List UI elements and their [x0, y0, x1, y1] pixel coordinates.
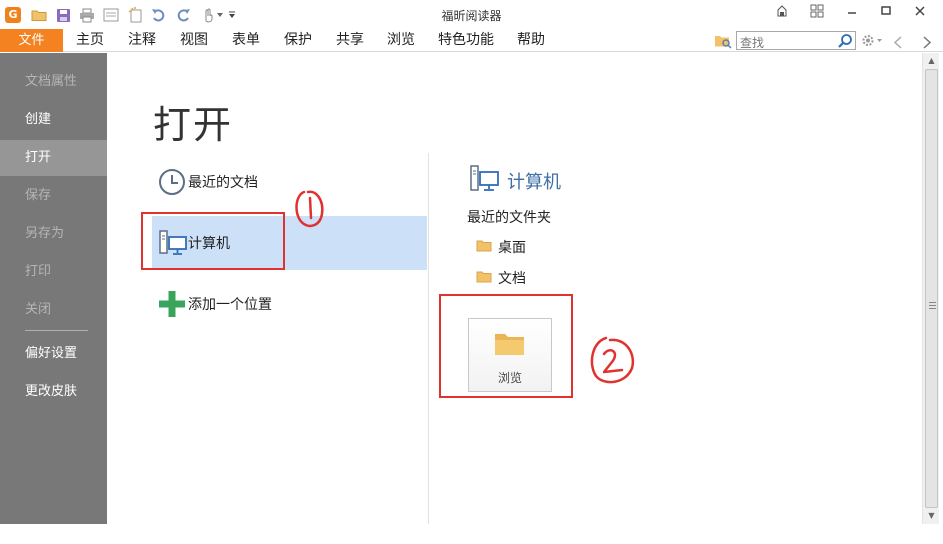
- scroll-down-icon[interactable]: ▼: [923, 508, 940, 524]
- menu-home[interactable]: 主页: [76, 29, 104, 52]
- sidebar-item-save-as[interactable]: 另存为: [0, 216, 107, 252]
- app-logo-icon[interactable]: G: [5, 7, 21, 23]
- computer-icon: [470, 164, 500, 198]
- right-panel-heading: 计算机: [470, 164, 561, 198]
- sidebar-divider: [25, 330, 88, 331]
- annotation-box-computer: [141, 212, 285, 270]
- menu-protect[interactable]: 保护: [284, 29, 312, 52]
- menu-view[interactable]: 视图: [180, 29, 208, 52]
- redo-icon[interactable]: [173, 6, 193, 24]
- gear-icon[interactable]: [861, 33, 883, 52]
- location-add-place[interactable]: 添加一个位置: [152, 277, 427, 331]
- recent-folder-desktop[interactable]: 桌面: [476, 237, 526, 257]
- sidebar-item-close[interactable]: 关闭: [0, 292, 107, 328]
- clock-icon: [152, 168, 188, 196]
- scroll-grip: [929, 305, 936, 306]
- annotation-box-browse: [439, 294, 573, 398]
- sidebar-item-print[interactable]: 打印: [0, 254, 107, 290]
- search-box[interactable]: [736, 31, 856, 53]
- annotation-mark-one: [295, 190, 324, 228]
- location-label: 添加一个位置: [188, 297, 272, 313]
- nav-back-icon[interactable]: [893, 34, 903, 53]
- vertical-scrollbar[interactable]: ▲ ▼: [922, 53, 939, 524]
- save-icon[interactable]: [53, 6, 73, 24]
- scroll-thumb[interactable]: [925, 69, 938, 508]
- menu-features[interactable]: 特色功能: [438, 29, 494, 52]
- folder-icon: [476, 270, 492, 287]
- folder-label: 桌面: [498, 240, 526, 256]
- undo-icon[interactable]: [149, 6, 169, 24]
- close-button[interactable]: [908, 4, 932, 22]
- sidebar-item-doc-properties[interactable]: 文档属性: [0, 64, 107, 100]
- menu-bar: 文件 主页 注释 视图 表单 保护 共享 浏览 特色功能 帮助: [0, 29, 943, 52]
- maximize-button[interactable]: [874, 4, 898, 22]
- menu-form[interactable]: 表单: [232, 29, 260, 52]
- dropdown-arrow-icon[interactable]: [214, 6, 226, 24]
- recent-folder-documents[interactable]: 文档: [476, 268, 526, 288]
- plus-icon: [152, 290, 188, 318]
- menu-comment[interactable]: 注释: [128, 29, 156, 52]
- nav-forward-icon[interactable]: [922, 34, 932, 53]
- search-input[interactable]: [737, 34, 833, 52]
- folder-label: 文档: [498, 271, 526, 287]
- menu-browse[interactable]: 浏览: [387, 29, 415, 52]
- right-panel-title: 计算机: [507, 172, 561, 193]
- page-title: 打开: [153, 103, 234, 147]
- folder-icon: [476, 239, 492, 256]
- recent-folders-label: 最近的文件夹: [467, 210, 551, 226]
- ribbon-toggle-icon[interactable]: [770, 4, 794, 22]
- scroll-grip: [929, 308, 936, 309]
- open-folder-icon[interactable]: [29, 6, 49, 24]
- scroll-grip: [929, 302, 936, 303]
- backstage-sidebar: 文档属性 创建 打开 保存 另存为 打印 关闭 偏好设置 更改皮肤: [0, 53, 107, 524]
- sidebar-item-create[interactable]: 创建: [0, 102, 107, 138]
- sidebar-item-change-skin[interactable]: 更改皮肤: [0, 374, 107, 410]
- title-bar: G 福昕阅读器: [0, 0, 943, 30]
- find-folder-icon[interactable]: [714, 33, 732, 53]
- minimize-button[interactable]: [840, 4, 864, 22]
- menu-help[interactable]: 帮助: [517, 29, 545, 52]
- menu-share[interactable]: 共享: [336, 29, 364, 52]
- sidebar-item-open[interactable]: 打开: [0, 140, 107, 176]
- scroll-up-icon[interactable]: ▲: [923, 53, 940, 69]
- properties-icon[interactable]: [101, 6, 121, 24]
- menu-file[interactable]: 文件: [0, 29, 63, 52]
- search-icon[interactable]: [837, 33, 853, 53]
- location-label: 最近的文档: [188, 175, 258, 191]
- layout-grid-icon[interactable]: [805, 4, 829, 22]
- new-document-icon[interactable]: [125, 6, 145, 24]
- panel-divider: [428, 153, 429, 524]
- print-icon[interactable]: [77, 6, 97, 24]
- sidebar-item-save[interactable]: 保存: [0, 178, 107, 214]
- annotation-mark-two: [590, 336, 635, 384]
- customize-toolbar-icon[interactable]: [226, 6, 238, 24]
- sidebar-item-preferences[interactable]: 偏好设置: [0, 336, 107, 372]
